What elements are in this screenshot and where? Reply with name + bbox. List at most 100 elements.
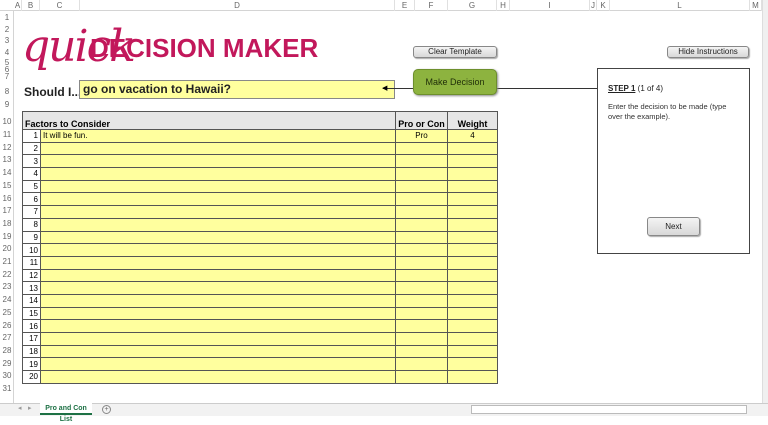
sheet-tab-pro-con[interactable]: Pro and Con List bbox=[40, 403, 92, 423]
pro-con-cell[interactable] bbox=[395, 306, 448, 321]
row-header[interactable]: 7 bbox=[0, 72, 14, 82]
pro-con-cell[interactable] bbox=[395, 141, 448, 156]
factor-cell[interactable] bbox=[40, 319, 396, 333]
row-header[interactable]: 22 bbox=[0, 270, 14, 280]
pro-con-cell[interactable] bbox=[395, 370, 448, 384]
row-header[interactable]: 16 bbox=[0, 194, 14, 204]
column-header[interactable]: I bbox=[510, 0, 590, 11]
factor-cell[interactable] bbox=[40, 357, 396, 372]
weight-cell[interactable] bbox=[447, 332, 498, 346]
column-header[interactable]: E bbox=[395, 0, 415, 11]
weight-cell[interactable] bbox=[447, 357, 498, 372]
pro-con-cell[interactable] bbox=[395, 281, 448, 295]
row-header[interactable]: 4 bbox=[0, 48, 14, 58]
pro-con-cell[interactable] bbox=[395, 357, 448, 372]
weight-cell[interactable] bbox=[447, 370, 498, 384]
pro-con-cell[interactable] bbox=[395, 217, 448, 232]
row-header[interactable]: 23 bbox=[0, 282, 14, 292]
row-header[interactable]: 19 bbox=[0, 232, 14, 242]
column-header[interactable]: M bbox=[750, 0, 762, 11]
weight-cell[interactable] bbox=[447, 255, 498, 270]
weight-cell[interactable] bbox=[447, 230, 498, 245]
clear-template-button[interactable]: Clear Template bbox=[413, 46, 497, 58]
row-header[interactable]: 14 bbox=[0, 168, 14, 178]
weight-cell[interactable]: 4 bbox=[447, 129, 498, 143]
column-header[interactable]: A bbox=[14, 0, 22, 11]
pro-con-cell[interactable] bbox=[395, 167, 448, 181]
factor-cell[interactable] bbox=[40, 230, 396, 245]
pro-con-cell[interactable] bbox=[395, 230, 448, 245]
row-header[interactable]: 30 bbox=[0, 371, 14, 381]
pro-con-cell[interactable] bbox=[395, 255, 448, 270]
factor-cell[interactable] bbox=[40, 293, 396, 308]
pro-con-cell[interactable]: Pro bbox=[395, 129, 448, 143]
horizontal-scrollbar[interactable] bbox=[471, 405, 747, 414]
weight-cell[interactable] bbox=[447, 154, 498, 169]
factor-cell[interactable] bbox=[40, 179, 396, 194]
weight-cell[interactable] bbox=[447, 319, 498, 333]
row-header[interactable]: 3 bbox=[0, 36, 14, 46]
column-header[interactable]: K bbox=[597, 0, 610, 11]
weight-cell[interactable] bbox=[447, 141, 498, 156]
pro-con-cell[interactable] bbox=[395, 205, 448, 219]
tab-scroll-right-icon[interactable]: ▸ bbox=[28, 404, 32, 412]
column-header[interactable]: H bbox=[497, 0, 510, 11]
pro-con-cell[interactable] bbox=[395, 179, 448, 194]
pro-con-cell[interactable] bbox=[395, 319, 448, 333]
pro-con-cell[interactable] bbox=[395, 344, 448, 359]
factor-cell[interactable] bbox=[40, 192, 396, 207]
row-header[interactable]: 29 bbox=[0, 359, 14, 369]
row-header[interactable]: 11 bbox=[0, 130, 14, 140]
factor-cell[interactable] bbox=[40, 167, 396, 181]
weight-cell[interactable] bbox=[447, 179, 498, 194]
row-header[interactable]: 20 bbox=[0, 244, 14, 254]
weight-cell[interactable] bbox=[447, 192, 498, 207]
row-header[interactable]: 9 bbox=[0, 100, 14, 110]
row-header[interactable]: 12 bbox=[0, 143, 14, 153]
weight-cell[interactable] bbox=[447, 217, 498, 232]
next-button[interactable]: Next bbox=[647, 217, 700, 236]
decision-input[interactable]: go on vacation to Hawaii? bbox=[79, 80, 395, 99]
row-header[interactable]: 10 bbox=[0, 117, 14, 127]
row-header[interactable]: 17 bbox=[0, 206, 14, 216]
weight-cell[interactable] bbox=[447, 344, 498, 359]
row-header[interactable]: 24 bbox=[0, 295, 14, 305]
factor-cell[interactable] bbox=[40, 344, 396, 359]
row-header[interactable]: 26 bbox=[0, 321, 14, 331]
row-header[interactable]: 21 bbox=[0, 257, 14, 267]
vertical-scrollbar[interactable] bbox=[762, 0, 768, 403]
weight-cell[interactable] bbox=[447, 205, 498, 219]
row-header[interactable]: 18 bbox=[0, 219, 14, 229]
weight-cell[interactable] bbox=[447, 306, 498, 321]
weight-cell[interactable] bbox=[447, 268, 498, 283]
weight-cell[interactable] bbox=[447, 243, 498, 257]
column-header[interactable]: G bbox=[448, 0, 497, 11]
factor-cell[interactable]: It will be fun. bbox=[40, 129, 396, 143]
row-header[interactable]: 28 bbox=[0, 346, 14, 356]
weight-cell[interactable] bbox=[447, 167, 498, 181]
pro-con-cell[interactable] bbox=[395, 243, 448, 257]
pro-con-cell[interactable] bbox=[395, 268, 448, 283]
pro-con-cell[interactable] bbox=[395, 154, 448, 169]
factor-cell[interactable] bbox=[40, 217, 396, 232]
pro-con-cell[interactable] bbox=[395, 293, 448, 308]
factor-cell[interactable] bbox=[40, 370, 396, 384]
row-header[interactable]: 27 bbox=[0, 333, 14, 343]
factor-cell[interactable] bbox=[40, 332, 396, 346]
factor-cell[interactable] bbox=[40, 205, 396, 219]
factor-cell[interactable] bbox=[40, 141, 396, 156]
weight-cell[interactable] bbox=[447, 281, 498, 295]
pro-con-cell[interactable] bbox=[395, 192, 448, 207]
row-header[interactable]: 8 bbox=[0, 87, 14, 97]
factor-cell[interactable] bbox=[40, 255, 396, 270]
column-header[interactable]: D bbox=[80, 0, 395, 11]
row-header[interactable]: 25 bbox=[0, 308, 14, 318]
row-header[interactable]: 13 bbox=[0, 155, 14, 165]
hide-instructions-button[interactable]: Hide Instructions bbox=[667, 46, 749, 58]
column-header[interactable]: C bbox=[40, 0, 80, 11]
add-sheet-icon[interactable]: + bbox=[102, 405, 111, 414]
weight-cell[interactable] bbox=[447, 293, 498, 308]
pro-con-cell[interactable] bbox=[395, 332, 448, 346]
column-header[interactable]: B bbox=[22, 0, 40, 11]
tab-scroll-left-icon[interactable]: ◂ bbox=[18, 404, 22, 412]
